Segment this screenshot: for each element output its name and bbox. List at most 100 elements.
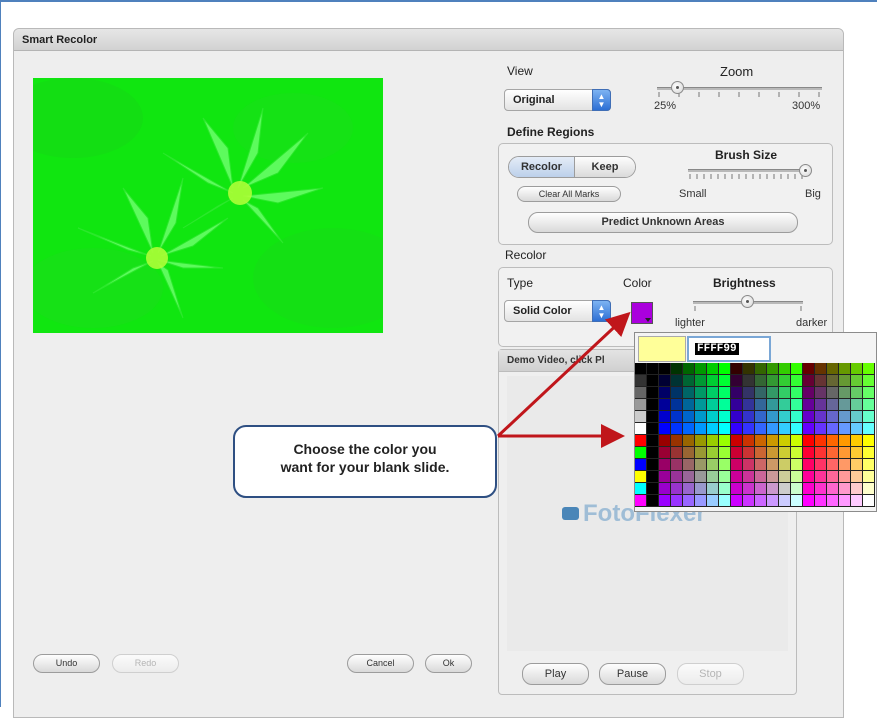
palette-swatch[interactable]: [839, 387, 851, 399]
palette-swatch[interactable]: [815, 423, 827, 435]
palette-swatch[interactable]: [719, 435, 731, 447]
palette-swatch[interactable]: [707, 459, 719, 471]
view-select[interactable]: Original ▲ ▼: [504, 89, 611, 111]
image-preview[interactable]: [33, 78, 383, 333]
palette-swatch[interactable]: [659, 399, 671, 411]
palette-swatch[interactable]: [731, 423, 743, 435]
type-select[interactable]: Solid Color ▲ ▼: [504, 300, 611, 322]
palette-swatch[interactable]: [851, 495, 863, 507]
hex-input[interactable]: FFFF99: [687, 336, 771, 362]
palette-swatch[interactable]: [695, 375, 707, 387]
palette-swatch[interactable]: [791, 435, 803, 447]
palette-swatch[interactable]: [647, 495, 659, 507]
palette-swatch[interactable]: [695, 399, 707, 411]
palette-swatch[interactable]: [683, 375, 695, 387]
palette-swatch[interactable]: [695, 495, 707, 507]
palette-swatch[interactable]: [767, 363, 779, 375]
palette-swatch[interactable]: [647, 435, 659, 447]
palette-swatch[interactable]: [743, 423, 755, 435]
palette-swatch[interactable]: [851, 399, 863, 411]
palette-swatch[interactable]: [851, 363, 863, 375]
palette-swatch[interactable]: [635, 399, 647, 411]
palette-swatch[interactable]: [839, 363, 851, 375]
stop-button[interactable]: Stop: [677, 663, 744, 685]
palette-swatch[interactable]: [707, 435, 719, 447]
palette-swatch[interactable]: [863, 399, 875, 411]
palette-swatch[interactable]: [743, 363, 755, 375]
palette-swatch[interactable]: [791, 387, 803, 399]
palette-swatch[interactable]: [719, 387, 731, 399]
palette-swatch[interactable]: [743, 435, 755, 447]
cancel-button[interactable]: Cancel: [347, 654, 414, 673]
palette-swatch[interactable]: [659, 483, 671, 495]
palette-swatch[interactable]: [755, 435, 767, 447]
palette-swatch[interactable]: [719, 483, 731, 495]
palette-swatch[interactable]: [755, 387, 767, 399]
palette-swatch[interactable]: [803, 375, 815, 387]
palette-swatch[interactable]: [779, 435, 791, 447]
palette-swatch[interactable]: [731, 495, 743, 507]
palette-swatch[interactable]: [839, 435, 851, 447]
palette-swatch[interactable]: [803, 495, 815, 507]
palette-swatch[interactable]: [791, 495, 803, 507]
palette-swatch[interactable]: [755, 483, 767, 495]
palette-swatch[interactable]: [767, 459, 779, 471]
palette-swatch[interactable]: [815, 447, 827, 459]
palette-swatch[interactable]: [731, 483, 743, 495]
palette-swatch[interactable]: [719, 399, 731, 411]
palette-swatch[interactable]: [767, 423, 779, 435]
palette-swatch[interactable]: [791, 423, 803, 435]
palette-swatch[interactable]: [803, 447, 815, 459]
palette-swatch[interactable]: [743, 495, 755, 507]
palette-swatch[interactable]: [863, 363, 875, 375]
palette-swatch[interactable]: [815, 387, 827, 399]
palette-swatch[interactable]: [683, 435, 695, 447]
palette-swatch[interactable]: [803, 387, 815, 399]
palette-swatch[interactable]: [863, 447, 875, 459]
palette-swatch[interactable]: [803, 363, 815, 375]
palette-swatch[interactable]: [671, 363, 683, 375]
palette-swatch[interactable]: [851, 387, 863, 399]
palette-swatch[interactable]: [803, 435, 815, 447]
palette-swatch[interactable]: [863, 411, 875, 423]
palette-swatch[interactable]: [815, 459, 827, 471]
palette-swatch[interactable]: [659, 375, 671, 387]
palette-swatch[interactable]: [839, 375, 851, 387]
palette-swatch[interactable]: [731, 375, 743, 387]
palette-swatch[interactable]: [671, 435, 683, 447]
palette-swatch[interactable]: [647, 363, 659, 375]
palette-swatch[interactable]: [671, 411, 683, 423]
redo-button[interactable]: Redo: [112, 654, 179, 673]
palette-swatch[interactable]: [827, 387, 839, 399]
palette-swatch[interactable]: [827, 471, 839, 483]
palette-swatch[interactable]: [635, 411, 647, 423]
palette-swatch[interactable]: [743, 375, 755, 387]
palette-swatch[interactable]: [671, 495, 683, 507]
palette-swatch[interactable]: [755, 471, 767, 483]
palette-swatch[interactable]: [755, 411, 767, 423]
palette-swatch[interactable]: [815, 363, 827, 375]
palette-swatch[interactable]: [767, 495, 779, 507]
palette-swatch[interactable]: [695, 471, 707, 483]
palette-swatch[interactable]: [695, 387, 707, 399]
palette-swatch[interactable]: [635, 387, 647, 399]
palette-swatch[interactable]: [719, 447, 731, 459]
palette-swatch[interactable]: [719, 459, 731, 471]
palette-swatch[interactable]: [851, 411, 863, 423]
palette-swatch[interactable]: [851, 423, 863, 435]
palette-swatch[interactable]: [863, 471, 875, 483]
undo-button[interactable]: Undo: [33, 654, 100, 673]
palette-swatch[interactable]: [707, 375, 719, 387]
palette-swatch[interactable]: [827, 375, 839, 387]
palette-swatch[interactable]: [743, 471, 755, 483]
palette-swatch[interactable]: [767, 375, 779, 387]
palette-swatch[interactable]: [863, 483, 875, 495]
palette-swatch[interactable]: [791, 483, 803, 495]
palette-swatch[interactable]: [779, 375, 791, 387]
palette-swatch[interactable]: [827, 435, 839, 447]
palette-swatch[interactable]: [827, 411, 839, 423]
palette-swatch[interactable]: [743, 399, 755, 411]
palette-swatch[interactable]: [635, 471, 647, 483]
palette-swatch[interactable]: [731, 459, 743, 471]
palette-swatch[interactable]: [635, 375, 647, 387]
